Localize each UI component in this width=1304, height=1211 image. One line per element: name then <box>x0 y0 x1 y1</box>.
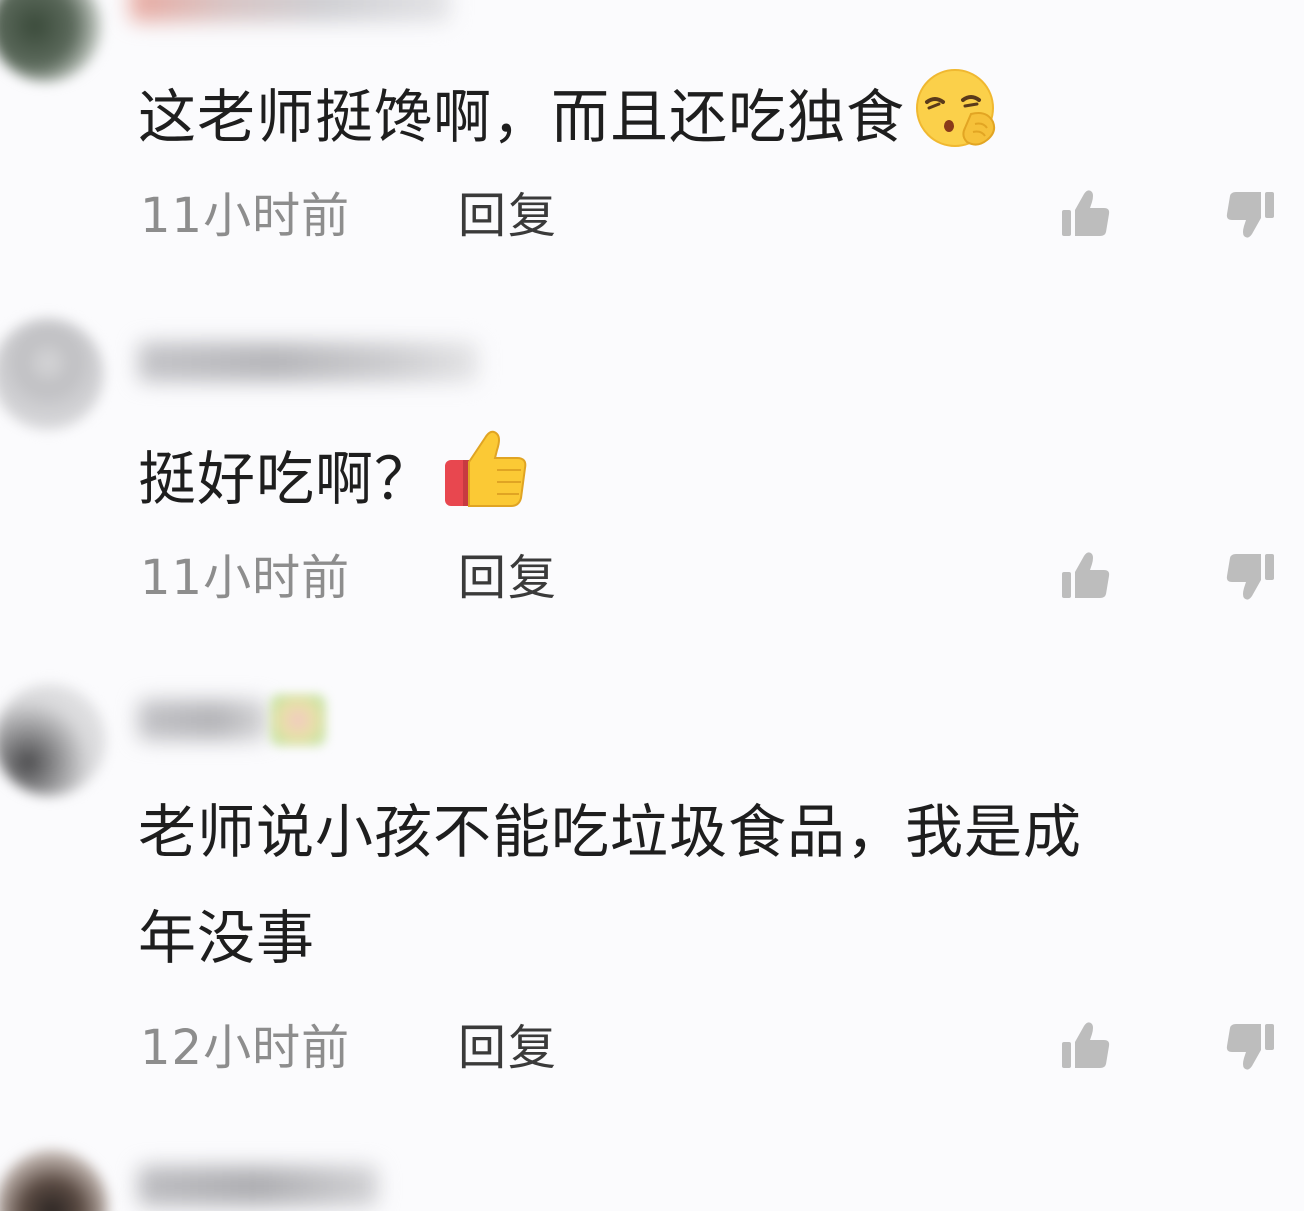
reply-button[interactable]: 回复 <box>458 548 558 608</box>
avatar[interactable] <box>0 318 104 430</box>
thumbs-up-icon[interactable] <box>1058 548 1114 604</box>
thumbs-up-icon[interactable] <box>1058 1018 1114 1074</box>
comment-text-content: 年没事 <box>138 904 316 972</box>
username-blurred[interactable] <box>138 342 478 382</box>
reply-button[interactable]: 回复 <box>458 186 558 246</box>
comment-text-line: 老师说小孩不能吃垃圾食品，我是成 <box>138 796 1082 868</box>
avatar[interactable] <box>0 684 106 796</box>
reply-button[interactable]: 回复 <box>458 1018 558 1078</box>
comment-text: 这老师挺馋啊，而且还吃独食 <box>138 69 1001 170</box>
comment-text-content: 挺好吃啊？ <box>138 445 434 514</box>
thumbs-down-icon[interactable] <box>1222 548 1278 604</box>
comment-text-content: 老师说小孩不能吃垃圾食品，我是成 <box>138 798 1083 866</box>
comment-time: 11小时前 <box>140 550 351 606</box>
comment-time: 11小时前 <box>140 188 351 244</box>
avatar[interactable] <box>0 0 102 82</box>
thumbs-up-emoji <box>441 428 533 530</box>
comment-text-content: 这老师挺馋啊，而且还吃独食 <box>138 83 906 152</box>
comment-text-line: 年没事 <box>138 902 315 974</box>
username-blurred[interactable] <box>138 1166 378 1206</box>
comment-text: 挺好吃啊？ <box>138 430 533 534</box>
comment-time: 12小时前 <box>140 1020 351 1076</box>
username-blurred[interactable] <box>130 0 450 22</box>
username-blurred[interactable] <box>138 700 268 740</box>
avatar[interactable] <box>0 1150 108 1211</box>
username-badge-blurred <box>270 694 326 746</box>
comment-list: 这老师挺馋啊，而且还吃独食 11小时前 回复 挺好吃啊？ 11小时前 回复 老师… <box>0 0 1304 1211</box>
thumbs-down-icon[interactable] <box>1222 186 1278 242</box>
thumbs-up-icon[interactable] <box>1058 186 1114 242</box>
shushing-face-emoji <box>913 68 1001 166</box>
thumbs-down-icon[interactable] <box>1222 1018 1278 1074</box>
